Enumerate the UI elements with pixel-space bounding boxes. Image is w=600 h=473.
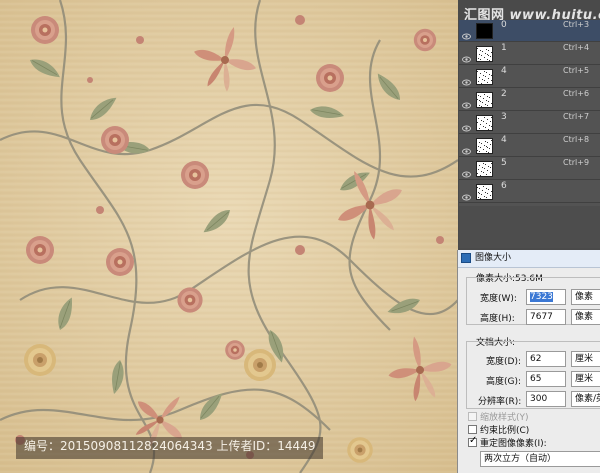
visibility-eye-icon[interactable]	[462, 26, 471, 40]
visibility-eye-icon[interactable]	[462, 118, 471, 132]
layer-row[interactable]: 3 Ctrl+7	[459, 112, 600, 134]
layer-name: 6	[501, 181, 507, 191]
layer-shortcut: Ctrl+5	[563, 66, 590, 75]
layer-thumbnail	[476, 23, 493, 39]
layer-thumbnail	[476, 46, 493, 62]
visibility-eye-icon[interactable]	[462, 49, 471, 63]
visibility-eye-icon[interactable]	[462, 95, 471, 109]
visibility-eye-icon[interactable]	[462, 187, 471, 201]
resample-checkbox[interactable]: ✓	[468, 435, 478, 447]
layer-row[interactable]: 2 Ctrl+6	[459, 89, 600, 111]
document-canvas[interactable]	[0, 0, 458, 473]
scale-styles-checkbox[interactable]	[468, 412, 477, 421]
pixel-width-label: 宽度(W):	[480, 294, 517, 304]
layer-shortcut: Ctrl+9	[563, 158, 590, 167]
layer-row[interactable]: 4 Ctrl+8	[459, 135, 600, 157]
checkmark-icon: ✓	[469, 435, 478, 446]
image-size-dialog: 图像大小 像素大小:53.6M 宽度(W): 7323 像素 高度(H): 76…	[457, 250, 600, 473]
layer-thumbnail	[476, 161, 493, 177]
layer-shortcut: Ctrl+8	[563, 135, 590, 144]
layer-name: 5	[501, 158, 507, 168]
dialog-title-bar[interactable]: 图像大小	[458, 250, 600, 268]
pixel-width-unit-select[interactable]: 像素	[571, 289, 600, 305]
resample-label: 重定图像像素(I):	[480, 439, 547, 449]
resolution-unit-select[interactable]: 像素/英寸	[571, 391, 600, 407]
layer-thumbnail	[476, 115, 493, 131]
scale-styles-label: 缩放样式(Y)	[480, 413, 529, 423]
doc-width-unit-select[interactable]: 厘米	[571, 351, 600, 367]
doc-height-unit-select[interactable]: 厘米	[571, 371, 600, 387]
doc-width-input[interactable]: 62	[526, 351, 566, 367]
layer-shortcut: Ctrl+6	[563, 89, 590, 98]
layer-name: 4	[501, 135, 507, 145]
doc-height-label: 高度(G):	[486, 377, 522, 387]
resample-method-select[interactable]: 两次立方（自动）	[480, 451, 600, 467]
floral-pattern-image	[0, 0, 458, 473]
layer-thumbnail	[476, 184, 493, 200]
constrain-proportions-label: 约束比例(C)	[480, 426, 530, 436]
constrain-proportions-checkbox[interactable]	[468, 425, 477, 434]
layer-shortcut: Ctrl+3	[563, 20, 590, 29]
layers-panel-empty-area	[459, 206, 600, 248]
pixel-height-input[interactable]: 7677	[526, 309, 566, 325]
visibility-eye-icon[interactable]	[462, 164, 471, 178]
layer-row[interactable]: 1 Ctrl+4	[459, 43, 600, 65]
resolution-input[interactable]: 300	[526, 391, 566, 407]
layer-shortcut: Ctrl+4	[563, 43, 590, 52]
pixel-height-unit-select[interactable]: 像素	[571, 309, 600, 325]
layer-shortcut: Ctrl+7	[563, 112, 590, 121]
resolution-label: 分辨率(R):	[478, 397, 522, 407]
visibility-eye-icon[interactable]	[462, 141, 471, 155]
pixel-width-input[interactable]: 7323	[526, 289, 566, 305]
layer-name: 4	[501, 66, 507, 76]
layer-row[interactable]: 4 Ctrl+5	[459, 66, 600, 88]
layer-row[interactable]: 5 Ctrl+9	[459, 158, 600, 180]
image-caption: 编号：20150908112824064343 上传者ID：14449	[16, 437, 324, 459]
visibility-eye-icon[interactable]	[462, 72, 471, 86]
doc-height-input[interactable]: 65	[526, 371, 566, 387]
layer-thumbnail	[476, 92, 493, 108]
layer-thumbnail	[476, 69, 493, 85]
layer-name: 1	[501, 43, 507, 53]
layers-panel: 0 Ctrl+3 1 Ctrl+4 4 Ctrl+5 2 Ctrl+6 3 Ctrl+7 4 Ctrl…	[459, 20, 600, 206]
layer-name: 0	[501, 20, 507, 30]
layer-row[interactable]: 0 Ctrl+3	[459, 20, 600, 42]
doc-width-label: 宽度(D):	[486, 357, 521, 367]
dialog-title: 图像大小	[475, 253, 512, 263]
layer-row[interactable]: 6	[459, 181, 600, 203]
pixel-height-label: 高度(H):	[480, 314, 515, 324]
layer-name: 2	[501, 89, 507, 99]
layer-name: 3	[501, 112, 507, 122]
photoshop-app-icon	[461, 253, 471, 263]
layer-thumbnail	[476, 138, 493, 154]
